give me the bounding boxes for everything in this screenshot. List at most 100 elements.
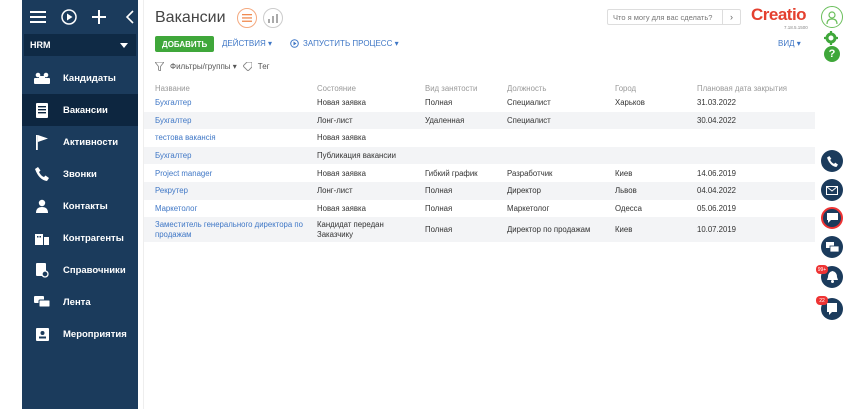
phone-icon [34, 166, 50, 182]
process-icon [290, 39, 299, 48]
sidebar-item-label: Справочники [63, 264, 126, 276]
flag-icon [34, 134, 50, 150]
plus-icon[interactable] [91, 8, 108, 26]
cell-close-date: 14.06.2019 [697, 168, 737, 178]
sidebar-item-label: Контрагенты [63, 232, 124, 244]
building-icon [34, 230, 50, 246]
cell-close-date [686, 146, 816, 165]
cell-status: Лонг-лист [306, 111, 414, 130]
cell-name[interactable]: Бухгалтер [144, 111, 306, 130]
sidebar-item-calls[interactable]: Звонки [22, 158, 138, 190]
table-row[interactable]: тестова вакансія Новая заявка [144, 129, 816, 147]
column-header-employment[interactable]: Вид занятости [414, 82, 496, 94]
cell-position [496, 146, 604, 165]
sidebar-item-contacts[interactable]: Контакты [22, 190, 138, 222]
cell-position: Специалист [507, 98, 551, 108]
sidebar-item-label: Лента [63, 296, 91, 308]
lookup-icon [34, 262, 50, 278]
sidebar-item-label: Мероприятия [63, 328, 127, 340]
messages-panel-button[interactable] [821, 236, 843, 258]
right-panel: ? 99+ 22 [815, 0, 860, 409]
add-button[interactable]: ДОБАВИТЬ [155, 36, 215, 52]
chevron-down-icon [120, 42, 128, 48]
column-header-city[interactable]: Город [604, 82, 686, 94]
run-process-label: ЗАПУСТИТЬ ПРОЦЕСС ▾ [303, 39, 399, 48]
workplace-selector[interactable]: HRM [24, 34, 136, 56]
chart-icon [268, 13, 278, 23]
messages-icon [825, 241, 839, 252]
list-view-button[interactable] [237, 8, 257, 28]
run-process-button[interactable]: ЗАПУСТИТЬ ПРОЦЕСС ▾ [290, 39, 399, 48]
cell-status: Новая заявка [317, 133, 366, 143]
profile-avatar[interactable] [821, 6, 843, 28]
sidebar-item-label: Звонки [63, 168, 97, 180]
feed-icon [827, 303, 837, 315]
cell-position: Директор по продажам [496, 217, 604, 243]
sidebar-item-lookups[interactable]: Справочники [22, 254, 138, 286]
cell-close-date: 10.07.2019 [686, 217, 816, 243]
column-header-name[interactable]: Название [144, 82, 306, 94]
cell-city: Львов [604, 181, 686, 200]
email-panel-button[interactable] [821, 179, 843, 201]
sidebar-item-accounts[interactable]: Контрагенты [22, 222, 138, 254]
sidebar-item-candidates[interactable]: Кандидаты [22, 62, 138, 94]
sidebar-toolbar [22, 0, 138, 34]
cell-city: Киев [615, 168, 633, 178]
tag-icon [242, 62, 252, 71]
table-row[interactable]: Бухгалтер Новая заявка Полная Специалист Хар… [144, 94, 816, 112]
cell-status: Новая заявка [317, 203, 366, 213]
event-icon [34, 326, 50, 342]
sidebar-item-feed[interactable]: Лента [22, 286, 138, 318]
column-header-close-date[interactable]: Плановая дата закрытия [686, 82, 816, 94]
table-row[interactable]: Бухгалтер Публикация вакансии [144, 146, 816, 165]
table-row[interactable]: Рекрутер Лонг-лист Полная Директор Львов 04.0… [144, 181, 816, 200]
help-icon[interactable]: ? [824, 46, 840, 62]
cell-name[interactable]: Бухгалтер [144, 146, 306, 165]
cell-position: Специалист [496, 111, 604, 130]
table-row[interactable]: Бухгалтер Лонг-лист Удаленная Специалист 30.… [144, 111, 816, 130]
tag-button[interactable]: Тег [258, 62, 270, 71]
cell-position [496, 129, 604, 147]
vacancies-table: Название Состояние Вид занятости Должнос… [144, 82, 816, 243]
cell-name[interactable]: Маркетолог [144, 200, 306, 218]
cell-name[interactable]: тестова вакансія [144, 129, 306, 147]
cell-name[interactable]: Рекрутер [144, 181, 306, 200]
cell-status: Лонг-лист [306, 181, 414, 200]
command-line-input[interactable]: Что я могу для вас сделать? › [607, 9, 741, 25]
mail-icon [826, 185, 838, 195]
cell-status: Публикация вакансии [306, 146, 414, 165]
table-row[interactable]: Заместитель генерального директора по пр… [144, 217, 816, 243]
cell-name[interactable]: Project manager [144, 164, 306, 182]
left-margin [0, 0, 22, 409]
cell-close-date: 04.04.2022 [686, 181, 816, 200]
menu-icon[interactable] [30, 8, 47, 26]
chat-panel-button[interactable] [821, 207, 843, 229]
version-label: 7.18.5.1500 [784, 25, 808, 30]
cell-name[interactable]: Заместитель генерального директора по пр… [144, 217, 306, 243]
sidebar-item-vacancies[interactable]: Вакансии [22, 94, 138, 126]
analytics-view-button[interactable] [263, 8, 283, 28]
main-content: Вакансии Что я могу для вас сделать? › C… [143, 0, 816, 409]
page-title: Вакансии [155, 9, 226, 26]
sidebar-item-label: Контакты [63, 200, 108, 212]
chevron-right-icon[interactable]: › [722, 10, 740, 24]
candidates-icon [34, 70, 50, 86]
sidebar-item-events[interactable]: Мероприятия [22, 318, 138, 350]
cell-employment [414, 129, 496, 147]
cell-position: Директор [496, 181, 604, 200]
sidebar-item-activities[interactable]: Активности [22, 126, 138, 158]
cell-close-date [686, 129, 816, 147]
filter-groups-button[interactable]: Фильтры/группы ▾ [170, 62, 237, 71]
collapse-chevron-icon[interactable] [122, 8, 139, 26]
cell-position: Маркетолог [507, 203, 550, 213]
column-header-position[interactable]: Должность [496, 82, 604, 94]
play-icon[interactable] [61, 8, 78, 26]
view-menu-button[interactable]: ВИД ▾ [778, 39, 801, 48]
table-header: Название Состояние Вид занятости Должнос… [144, 82, 816, 94]
cell-name[interactable]: Бухгалтер [144, 94, 306, 112]
table-row[interactable]: Маркетолог Новая заявка Полная Маркетолог Од… [144, 200, 816, 218]
actions-button[interactable]: ДЕЙСТВИЯ ▾ [222, 39, 272, 48]
phone-panel-button[interactable] [821, 150, 843, 172]
table-row[interactable]: Project manager Новая заявка Гибкий график… [144, 164, 816, 182]
column-header-status[interactable]: Состояние [306, 82, 414, 94]
